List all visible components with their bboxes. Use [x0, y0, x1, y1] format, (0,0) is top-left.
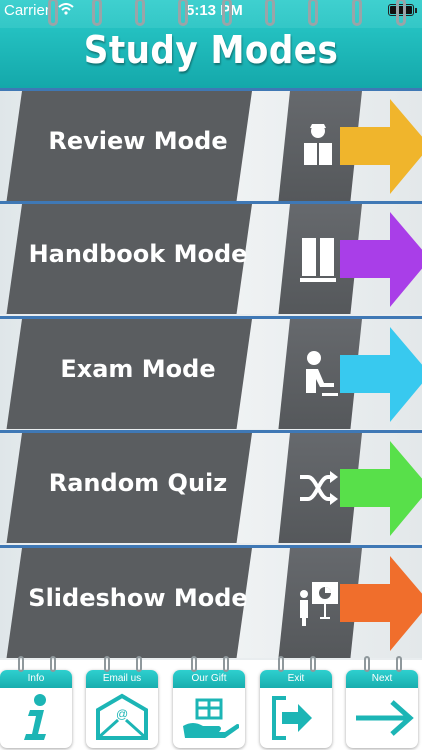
reader-icon	[304, 124, 332, 165]
tab-label: Exit	[260, 670, 332, 688]
binder-ring	[308, 0, 318, 26]
mode-label: Slideshow Mode	[28, 584, 248, 612]
next-button[interactable]: Next	[346, 670, 418, 748]
exit-icon	[272, 696, 312, 740]
mode-label: Random Quiz	[48, 469, 228, 497]
binder-ring	[352, 0, 362, 26]
next-arrow-icon	[356, 700, 414, 736]
binder-ring	[396, 0, 406, 26]
our-gift-button[interactable]: Our Gift	[173, 670, 245, 748]
arrow-icon[interactable]	[340, 556, 422, 651]
footer-toolbar: Info Email us @ Our Gift Exit Next	[0, 656, 422, 750]
mode-label: Review Mode	[48, 127, 228, 155]
binder-ring	[50, 656, 56, 672]
binder-ring	[310, 656, 316, 672]
tab-label: Email us	[86, 670, 158, 688]
shuffle-icon	[300, 471, 338, 505]
binder-ring	[136, 656, 142, 672]
exam-taker-icon	[306, 351, 338, 396]
book-icon	[300, 238, 336, 282]
binder-ring	[191, 656, 197, 672]
gift-icon	[183, 698, 239, 738]
binder-ring	[223, 656, 229, 672]
tab-label: Our Gift	[173, 670, 245, 688]
binder-ring	[104, 656, 110, 672]
mode-label: Exam Mode	[60, 355, 216, 383]
tab-label: Info	[0, 670, 72, 688]
mode-row-exam[interactable]: Exam Mode	[0, 316, 422, 429]
binder-ring	[92, 0, 102, 26]
binder-ring	[396, 656, 402, 672]
arrow-icon[interactable]	[340, 441, 422, 536]
presentation-icon	[300, 582, 338, 626]
binder-ring	[364, 656, 370, 672]
arrow-icon[interactable]	[340, 327, 422, 422]
binder-ring	[265, 0, 275, 26]
page-title: Study Modes	[83, 28, 339, 72]
email-us-button[interactable]: Email us @	[86, 670, 158, 748]
binder-ring	[135, 0, 145, 26]
binder-ring	[278, 656, 284, 672]
exit-button[interactable]: Exit	[260, 670, 332, 748]
binder-ring	[222, 0, 232, 26]
mode-row-slideshow[interactable]: Slideshow Mode	[0, 545, 422, 658]
arrow-icon[interactable]	[340, 99, 422, 194]
binder-ring	[48, 0, 58, 26]
info-icon	[24, 694, 46, 740]
info-button[interactable]: Info	[0, 670, 72, 748]
binder-ring	[18, 656, 24, 672]
tab-label: Next	[346, 670, 418, 688]
status-time: 5:13 PM	[186, 2, 243, 19]
mode-row-handbook[interactable]: Handbook Mode	[0, 201, 422, 314]
arrow-icon[interactable]	[340, 212, 422, 307]
email-icon: @	[96, 693, 148, 740]
binder-ring	[178, 0, 188, 26]
mode-row-random-quiz[interactable]: Random Quiz	[0, 430, 422, 543]
carrier-label: Carrier	[4, 2, 50, 19]
svg-text:@: @	[116, 707, 128, 721]
mode-label: Handbook Mode	[28, 240, 248, 268]
mode-row-review[interactable]: Review Mode	[0, 88, 422, 201]
wifi-icon	[58, 3, 74, 19]
